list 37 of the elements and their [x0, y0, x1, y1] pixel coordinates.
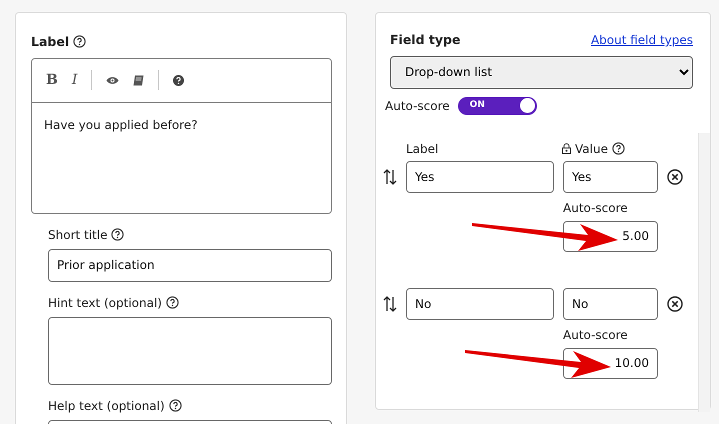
field-label: Short title: [48, 228, 108, 242]
reorder-icon[interactable]: [383, 168, 397, 185]
scrollbar[interactable]: [698, 132, 710, 412]
italic-button[interactable]: I: [72, 70, 78, 91]
text-input[interactable]: Yes: [563, 160, 658, 193]
remove-icon[interactable]: [667, 296, 683, 312]
help-icon[interactable]: [173, 74, 184, 86]
text-input[interactable]: No: [563, 288, 658, 320]
dropdown[interactable]: Drop-down list: [390, 56, 693, 89]
toggle-label: Auto-score: [385, 98, 450, 115]
remove-icon[interactable]: [667, 168, 683, 185]
lock-icon: [562, 143, 571, 154]
field-label: Auto-score: [563, 200, 629, 217]
book-icon[interactable]: [133, 74, 144, 86]
text-input[interactable]: No: [406, 288, 554, 320]
help-icon[interactable]: [612, 142, 625, 156]
column-label: Value: [575, 140, 608, 158]
help-icon[interactable]: [166, 296, 179, 309]
bold-button[interactable]: B: [46, 70, 58, 91]
section-title: Label: [31, 34, 70, 49]
field-label: Auto-score: [563, 326, 629, 344]
column-label: Label: [406, 140, 440, 158]
text-input[interactable]: Prior application: [48, 248, 332, 282]
rich-text-editor[interactable]: B I Have you applied before?: [31, 58, 332, 214]
eye-icon[interactable]: [106, 76, 120, 85]
help-icon[interactable]: [168, 398, 182, 412]
text-input[interactable]: Yes: [406, 160, 554, 193]
text-area[interactable]: [48, 316, 332, 385]
link[interactable]: About field types: [590, 31, 693, 50]
toggle-switch[interactable]: ON: [458, 96, 537, 115]
field-label: Help text (optional): [48, 398, 165, 413]
editor-text: Have you applied before?: [43, 116, 199, 134]
section-title: Field type: [390, 31, 460, 49]
reorder-icon[interactable]: [383, 296, 397, 312]
help-icon[interactable]: [72, 35, 86, 48]
field-label: Hint text (optional): [48, 296, 162, 310]
help-icon[interactable]: [111, 228, 124, 241]
